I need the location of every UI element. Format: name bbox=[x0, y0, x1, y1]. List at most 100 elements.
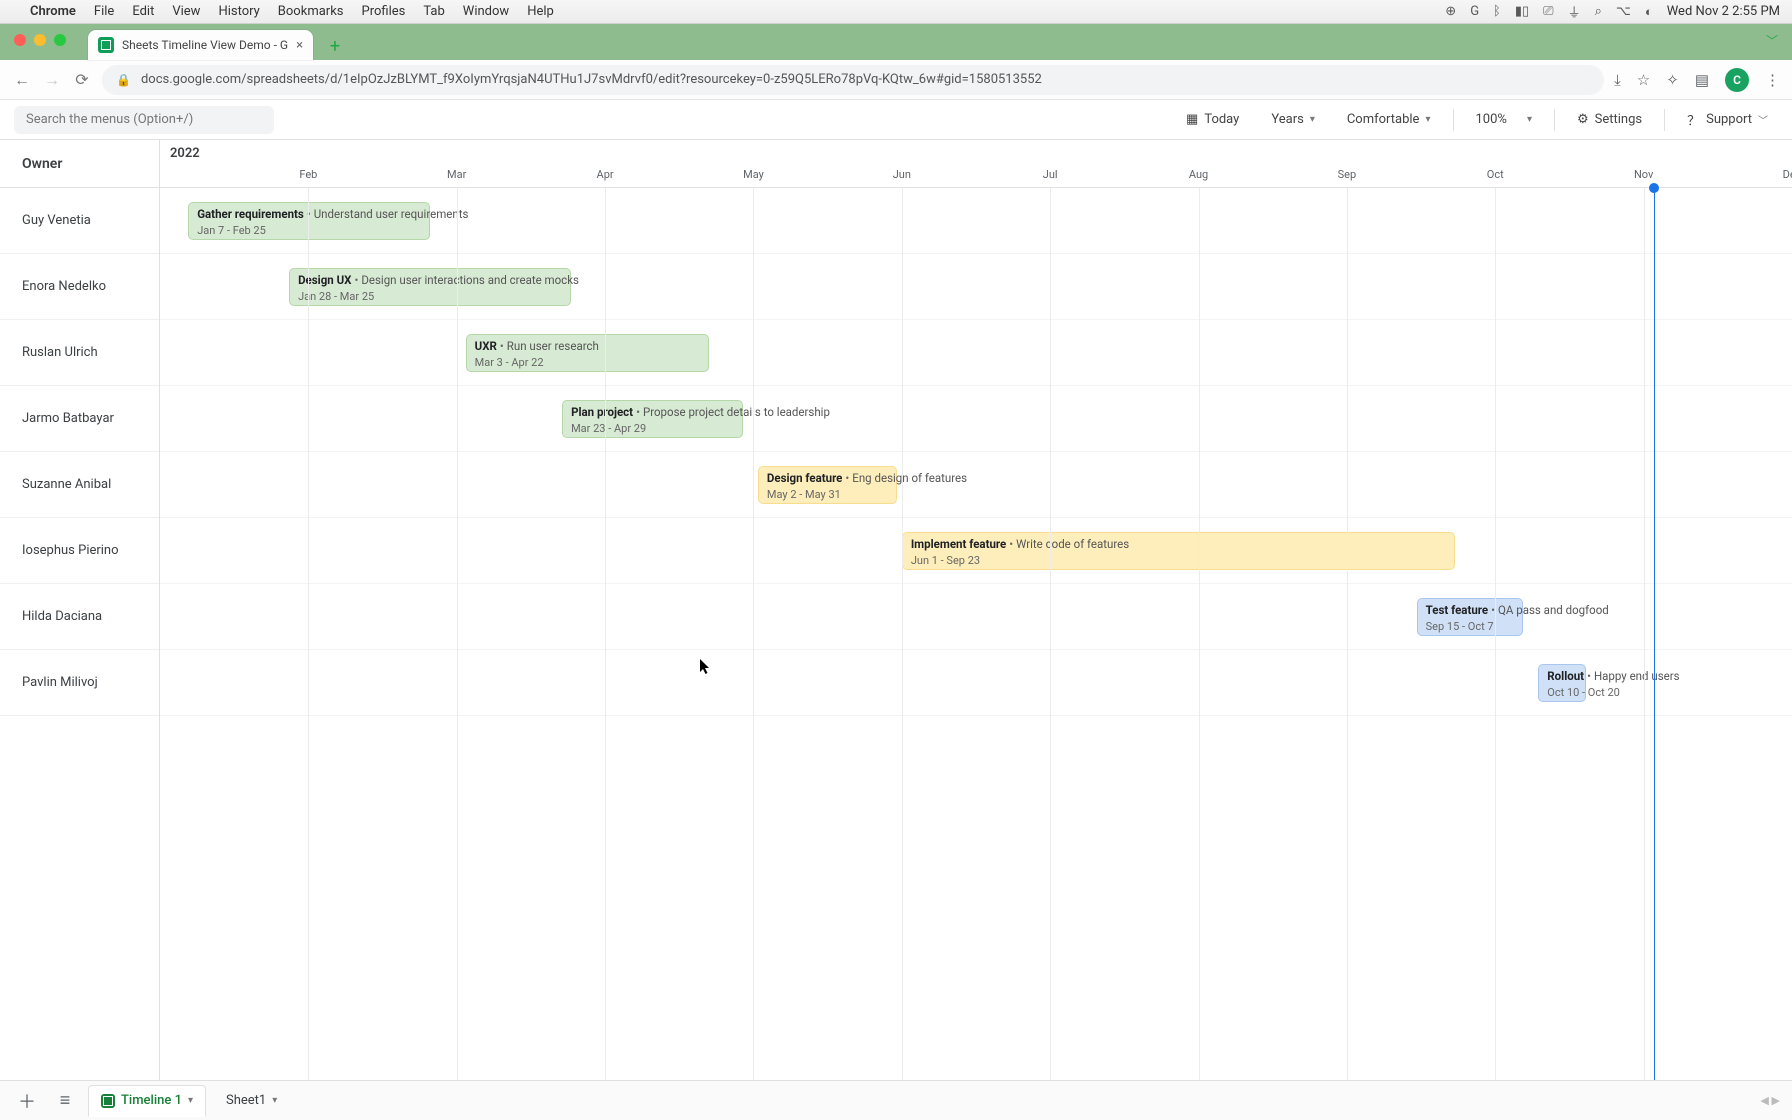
timeline-lane: Gather requirements•Understand user requ… bbox=[160, 188, 1792, 254]
grid-vline bbox=[1644, 188, 1645, 1080]
density-dropdown[interactable]: Comfortable ▾ bbox=[1337, 105, 1441, 135]
timeline-lane: Plan project•Propose project details to … bbox=[160, 386, 1792, 452]
window-minimize-button[interactable] bbox=[34, 34, 46, 46]
today-button[interactable]: ▦ Today bbox=[1176, 105, 1249, 135]
range-dropdown[interactable]: Years ▾ bbox=[1261, 105, 1325, 135]
add-sheet-button[interactable]: ＋ bbox=[12, 1086, 42, 1116]
browser-tab[interactable]: Sheets Timeline View Demo - G × bbox=[88, 30, 313, 60]
support-button[interactable]: ？ Support ﹀ bbox=[1677, 105, 1778, 135]
status-icon-control-center[interactable]: ⌥ bbox=[1616, 4, 1631, 19]
nav-reload-button[interactable]: ⟳ bbox=[72, 70, 92, 89]
owner-name: Iosephus Pierino bbox=[22, 543, 119, 558]
mac-menu-tab[interactable]: Tab bbox=[423, 4, 444, 19]
mac-menu-history[interactable]: History bbox=[218, 4, 259, 19]
task-desc: Understand user requirements bbox=[314, 207, 469, 221]
mac-menu-profiles[interactable]: Profiles bbox=[362, 4, 406, 19]
owner-row[interactable]: Suzanne Anibal bbox=[0, 452, 159, 518]
window-maximize-button[interactable] bbox=[54, 34, 66, 46]
today-label: Today bbox=[1204, 112, 1239, 127]
grid-vline bbox=[605, 188, 606, 1080]
status-icon-wifi[interactable]: ⏚ bbox=[1568, 2, 1581, 21]
timeline-grid[interactable]: 2022 FebMarAprMayJunJulAugSepOctNovDec G… bbox=[160, 140, 1792, 1080]
task-desc: Eng design of features bbox=[852, 471, 967, 485]
sheet-tabs-scroll[interactable]: ◀ ▶ bbox=[1760, 1094, 1780, 1107]
timeline-task[interactable]: UXR•Run user researchMar 3 - Apr 22 bbox=[466, 334, 709, 372]
month-label: Jul bbox=[1043, 168, 1058, 181]
owner-row[interactable]: Pavlin Milivoj bbox=[0, 650, 159, 716]
mac-menu-help[interactable]: Help bbox=[527, 4, 554, 19]
task-dates: Mar 23 - Apr 29 bbox=[571, 422, 734, 436]
density-label: Comfortable bbox=[1347, 112, 1420, 127]
status-icon-translate[interactable]: ⊕ bbox=[1445, 4, 1456, 19]
chrome-tabstrip: Sheets Timeline View Demo - G × + ﹀ bbox=[0, 24, 1792, 60]
tabstrip-overflow-icon[interactable]: ﹀ bbox=[1766, 32, 1778, 49]
timeline-lane: UXR•Run user researchMar 3 - Apr 22 bbox=[160, 320, 1792, 386]
task-dates: Jun 1 - Sep 23 bbox=[911, 554, 1446, 568]
sheet-tab-sheet1[interactable]: Sheet1 ▾ bbox=[214, 1085, 289, 1117]
owner-row[interactable]: Iosephus Pierino bbox=[0, 518, 159, 584]
window-close-button[interactable] bbox=[14, 34, 26, 46]
mac-menu-window[interactable]: Window bbox=[463, 4, 509, 19]
mac-clock[interactable]: Wed Nov 2 2:55 PM bbox=[1667, 4, 1780, 19]
mac-menu-view[interactable]: View bbox=[172, 4, 200, 19]
omnibox[interactable]: 🔒 docs.google.com/spreadsheets/d/1eIpOzJ… bbox=[102, 65, 1604, 95]
nav-forward-button[interactable]: → bbox=[42, 70, 62, 90]
month-label: Oct bbox=[1487, 168, 1504, 181]
task-dates: Sep 15 - Oct 7 bbox=[1426, 620, 1515, 634]
grid-vline bbox=[753, 188, 754, 1080]
settings-button[interactable]: ⚙ Settings bbox=[1567, 105, 1652, 135]
grid-vline bbox=[457, 188, 458, 1080]
all-sheets-button[interactable]: ≡ bbox=[50, 1086, 80, 1116]
tab-close-icon[interactable]: × bbox=[296, 38, 303, 53]
zoom-dropdown[interactable]: 100% ▾ bbox=[1466, 105, 1542, 135]
task-title: Gather requirements bbox=[197, 207, 304, 221]
mac-menu-file[interactable]: File bbox=[94, 4, 114, 19]
install-app-icon[interactable]: ⤓ bbox=[1614, 71, 1621, 89]
task-desc: Run user research bbox=[507, 339, 599, 353]
timeline-task[interactable]: Design feature•Eng design of featuresMay… bbox=[758, 466, 897, 504]
calendar-icon: ▦ bbox=[1186, 112, 1198, 127]
owner-header: Owner bbox=[0, 140, 159, 188]
grid-vline bbox=[1495, 188, 1496, 1080]
chevron-down-icon[interactable]: ▾ bbox=[188, 1095, 193, 1106]
mac-menu-edit[interactable]: Edit bbox=[132, 4, 154, 19]
timeline-task[interactable]: Implement feature•Write code of features… bbox=[902, 532, 1455, 570]
task-title: Plan project bbox=[571, 405, 633, 419]
search-menus-input[interactable]: Search the menus (Option+/) bbox=[14, 106, 274, 134]
chrome-menu-icon[interactable]: ⋮ bbox=[1765, 71, 1780, 89]
owner-row[interactable]: Jarmo Batbayar bbox=[0, 386, 159, 452]
profile-avatar[interactable]: C bbox=[1725, 68, 1749, 92]
extensions-icon[interactable]: ✧ bbox=[1666, 71, 1679, 89]
owner-row[interactable]: Guy Venetia bbox=[0, 188, 159, 254]
timeline-lane: Test feature•QA pass and dogfoodSep 15 -… bbox=[160, 584, 1792, 650]
owner-row[interactable]: Ruslan Ulrich bbox=[0, 320, 159, 386]
status-icon-siri[interactable]: ◐ bbox=[1645, 4, 1653, 20]
task-dates: Oct 10 - Oct 20 bbox=[1547, 686, 1576, 700]
task-desc: Write code of features bbox=[1016, 537, 1129, 551]
status-icon-search[interactable]: ⌕ bbox=[1595, 4, 1602, 19]
sheet-tab-label: Timeline 1 bbox=[121, 1093, 182, 1108]
nav-back-button[interactable]: ← bbox=[12, 70, 32, 90]
timeline-task[interactable]: Design UX•Design user interactions and c… bbox=[289, 268, 571, 306]
month-label: Aug bbox=[1189, 168, 1208, 181]
status-icon-google[interactable]: G bbox=[1470, 4, 1479, 19]
timeline-task[interactable]: Rollout•Happy end usersOct 10 - Oct 20 bbox=[1538, 664, 1585, 702]
owner-row[interactable]: Enora Nedelko bbox=[0, 254, 159, 320]
grid-vline bbox=[1347, 188, 1348, 1080]
status-icon-screen[interactable]: ⎚ bbox=[1543, 4, 1553, 19]
sheet-tab-timeline[interactable]: Timeline 1 ▾ bbox=[88, 1085, 206, 1117]
new-tab-button[interactable]: + bbox=[321, 32, 349, 60]
timeline-task[interactable]: Test feature•QA pass and dogfoodSep 15 -… bbox=[1417, 598, 1524, 636]
sheets-favicon-icon bbox=[98, 37, 114, 53]
status-icon-battery[interactable]: ▮▯ bbox=[1515, 4, 1529, 19]
timeline-task[interactable]: Plan project•Propose project details to … bbox=[562, 400, 743, 438]
chevron-down-icon[interactable]: ▾ bbox=[272, 1095, 277, 1106]
owner-row[interactable]: Hilda Daciana bbox=[0, 584, 159, 650]
bookmark-star-icon[interactable]: ☆ bbox=[1637, 71, 1650, 89]
omnibox-url: docs.google.com/spreadsheets/d/1eIpOzJzB… bbox=[141, 72, 1042, 87]
task-title: Test feature bbox=[1426, 603, 1488, 617]
mac-menu-bookmarks[interactable]: Bookmarks bbox=[278, 4, 344, 19]
status-icon-bluetooth[interactable]: ᛒ bbox=[1493, 4, 1501, 19]
side-panel-icon[interactable]: ▤ bbox=[1695, 71, 1709, 89]
mac-app-name[interactable]: Chrome bbox=[30, 4, 76, 19]
